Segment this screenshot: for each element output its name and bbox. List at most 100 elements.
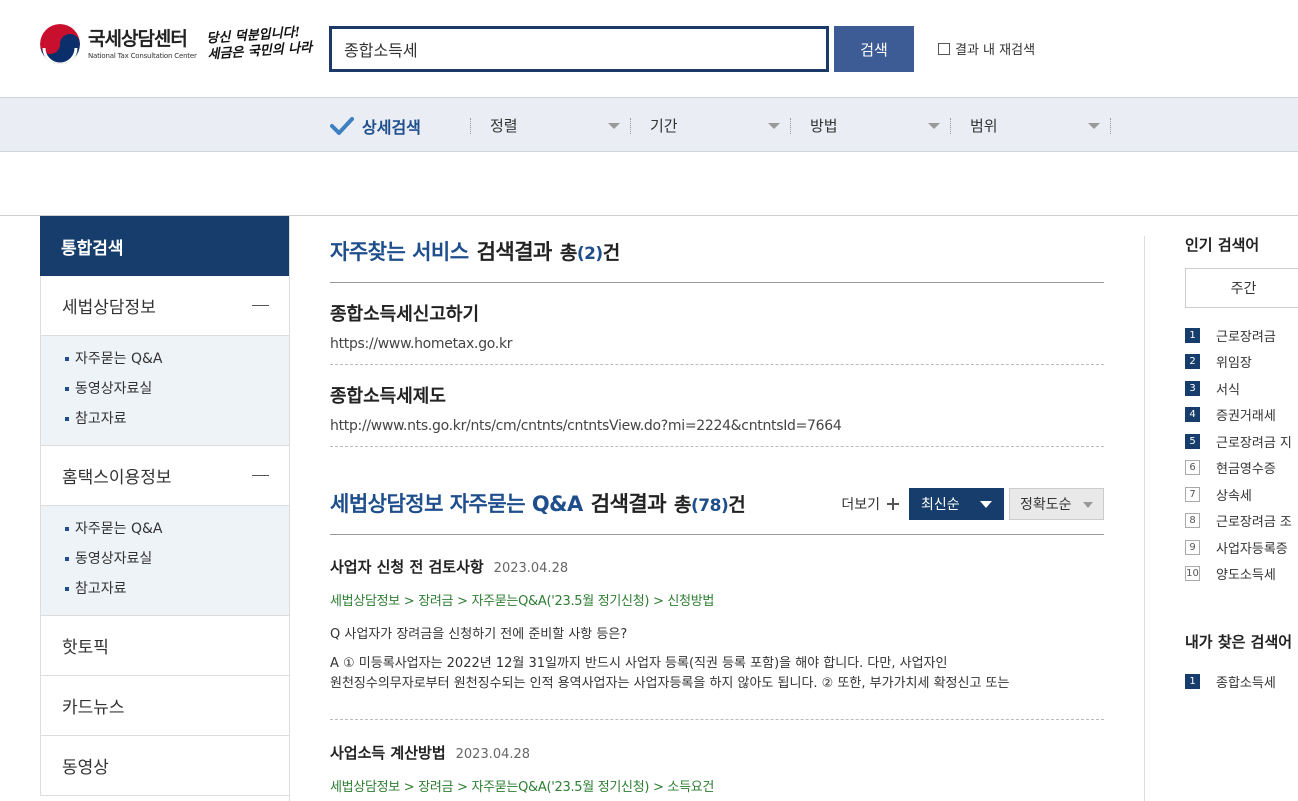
keyword-label: 근로장려금 조 [1216, 515, 1292, 531]
sidebar-subitem-video[interactable]: 동영상자료실 [65, 377, 289, 407]
keyword-item[interactable]: 5 근로장려금 지 [1185, 428, 1298, 455]
qa-item-title-link[interactable]: 사업소득 계산방법 [330, 742, 446, 763]
rank-badge: 9 [1185, 539, 1200, 555]
search-button[interactable]: 검색 [834, 26, 914, 72]
services-count: (2) [576, 244, 603, 264]
sort-accuracy-button[interactable]: 정확도순 [1009, 488, 1104, 520]
qa-item-title: 사업자 신청 전 검토사항 2023.04.28 [330, 556, 1104, 577]
slogan: 당신 덕분입니다! 세금은 국민의 나라 [206, 24, 313, 63]
site-logo[interactable]: 국세상담센터 National Tax Consultation Center … [40, 24, 313, 64]
qa-result-item: 사업자 신청 전 검토사항 2023.04.28 세법상담정보 > 장려금 > … [330, 556, 1104, 694]
sidebar-subitem-label: 동영상자료실 [75, 551, 153, 567]
research-option[interactable]: 결과 내 재검색 [938, 39, 1035, 58]
sidebar-subitem-label: 참고자료 [75, 581, 127, 597]
sidebar-subitem-faq[interactable]: 자주묻는 Q&A [65, 347, 289, 377]
sidebar-item-video[interactable]: 동영상 [40, 736, 289, 796]
filter-separator [1110, 118, 1111, 134]
sidebar-section-label: 세법상담정보 [62, 298, 156, 318]
qa-item-answer-line: A ① 미등록사업자는 2022년 12월 31일까지 반드시 사업자 등록(직… [330, 656, 948, 671]
chevron-down-icon [928, 123, 940, 129]
sidebar-section-tax-consult[interactable]: 세법상담정보 [40, 276, 289, 336]
detail-search-toggle[interactable]: 상세검색 [330, 114, 421, 138]
keyword-item[interactable]: 2 위임장 [1185, 349, 1298, 376]
services-title-rest: 검색결과 [476, 240, 553, 264]
sort-dropdown-label: 정렬 [490, 116, 518, 135]
keyword-label: 위임장 [1216, 356, 1252, 372]
bullet-icon [65, 417, 69, 421]
collapse-minus-icon[interactable] [252, 475, 269, 476]
right-panel: 인기 검색어 주간 1 근로장려금 2 위임장 3 서식 4 증권거래세 5 근로장려금 지 6 현금… [1185, 234, 1298, 695]
service-title-link[interactable]: 종합소득세제도 [330, 382, 842, 408]
sidebar-subitem-faq[interactable]: 자주묻는 Q&A [65, 517, 289, 547]
sidebar-subitem-reference[interactable]: 참고자료 [65, 407, 289, 437]
sort-dropdown[interactable]: 정렬 [490, 113, 620, 137]
qa-item-breadcrumb[interactable]: 세법상담정보 > 장려금 > 자주묻는Q&A('23.5월 정기신청) > 신청… [330, 590, 1104, 609]
sidebar-subitem-label: 자주묻는 Q&A [75, 351, 163, 367]
keyword-item[interactable]: 6 현금영수증 [1185, 455, 1298, 482]
more-button[interactable]: 더보기 [841, 494, 899, 514]
sidebar-subitem-video[interactable]: 동영상자료실 [65, 547, 289, 577]
tab-weekly[interactable]: 주간 [1185, 268, 1298, 308]
chevron-down-icon [608, 123, 620, 129]
bullet-icon [65, 527, 69, 531]
sidebar-subitem-reference[interactable]: 참고자료 [65, 577, 289, 607]
keyword-label: 서식 [1216, 382, 1240, 398]
header: 국세상담센터 National Tax Consultation Center … [0, 0, 1298, 98]
sort-latest-button[interactable]: 최신순 [909, 488, 1004, 520]
scope-dropdown[interactable]: 범위 [970, 113, 1100, 137]
sidebar-item-hot-topic[interactable]: 핫토픽 [40, 616, 289, 676]
filter-separator [950, 118, 951, 134]
rank-badge: 10 [1185, 566, 1200, 582]
keyword-label: 증권거래세 [1216, 409, 1276, 425]
qa-count: (78) [691, 496, 729, 516]
collapse-minus-icon[interactable] [252, 305, 269, 306]
keyword-label: 근로장려금 [1216, 329, 1276, 345]
filter-separator [630, 118, 631, 134]
sidebar-section-hometax[interactable]: 홈택스이용정보 [40, 446, 289, 506]
rank-badge: 6 [1185, 460, 1200, 476]
keyword-item[interactable]: 3 서식 [1185, 375, 1298, 402]
service-url-link[interactable]: https://www.hometax.go.kr [330, 336, 513, 352]
checkmark-icon [330, 117, 354, 135]
search-input[interactable] [332, 29, 826, 69]
caret-down-icon [980, 501, 992, 508]
qa-item-title: 사업소득 계산방법 2023.04.28 [330, 742, 1104, 763]
my-searches-list: 1 종합소득세 [1185, 668, 1298, 695]
keyword-label: 양도소득세 [1216, 568, 1276, 584]
qa-item-answer-line: 원천징수의무자로부터 원천징수되는 인적 용역사업자는 사업자등록을 하지 않아… [330, 676, 1010, 691]
qa-count-prefix: 총 [674, 494, 692, 516]
sidebar-item-card-news[interactable]: 카드뉴스 [40, 676, 289, 736]
sidebar-subitem-label: 참고자료 [75, 411, 127, 427]
qa-item-date: 2023.04.28 [493, 561, 569, 576]
taegeuk-logo-icon [40, 24, 80, 64]
keyword-item[interactable]: 9 사업자등록증 [1185, 534, 1298, 561]
sidebar-submenu: 자주묻는 Q&A 동영상자료실 참고자료 [40, 506, 289, 616]
services-count-prefix: 총 [559, 242, 577, 264]
keyword-label: 현금영수증 [1216, 462, 1276, 478]
qa-item-title-link[interactable]: 사업자 신청 전 검토사항 [330, 556, 484, 577]
keyword-item[interactable]: 7 상속세 [1185, 481, 1298, 508]
keyword-item[interactable]: 10 양도소득세 [1185, 561, 1298, 588]
method-dropdown-label: 방법 [810, 116, 838, 135]
keyword-item[interactable]: 1 근로장려금 [1185, 322, 1298, 349]
keyword-label: 근로장려금 지 [1216, 435, 1292, 451]
service-item: 종합소득세제도 http://www.nts.go.kr/nts/cm/cntn… [330, 382, 842, 434]
sidebar-item-integrated-search[interactable]: 통합검색 [40, 216, 289, 276]
keyword-item[interactable]: 8 근로장려금 조 [1185, 508, 1298, 535]
qa-item-breadcrumb[interactable]: 세법상담정보 > 장려금 > 자주묻는Q&A('23.5월 정기신청) > 소득… [330, 776, 1104, 795]
period-dropdown[interactable]: 기간 [650, 113, 780, 137]
item-divider [330, 446, 1104, 447]
method-dropdown[interactable]: 방법 [810, 113, 940, 137]
service-url-link[interactable]: http://www.nts.go.kr/nts/cm/cntnts/cntnt… [330, 418, 842, 434]
item-divider [330, 719, 1104, 720]
research-checkbox[interactable] [938, 42, 950, 55]
bullet-icon [65, 387, 69, 391]
sidebar-submenu: 자주묻는 Q&A 동영상자료실 참고자료 [40, 336, 289, 446]
qa-section-title: 세법상담정보 자주묻는 Q&A 검색결과 총 (78) 건 [330, 488, 746, 518]
service-title-link[interactable]: 종합소득세신고하기 [330, 300, 512, 326]
keyword-item[interactable]: 1 종합소득세 [1185, 668, 1298, 695]
rank-badge: 1 [1185, 327, 1200, 343]
keyword-item[interactable]: 4 증권거래세 [1185, 402, 1298, 429]
keyword-label: 상속세 [1216, 488, 1252, 504]
qa-item-question: Q 사업자가 장려금을 신청하기 전에 준비할 사항 등은? [330, 627, 628, 642]
